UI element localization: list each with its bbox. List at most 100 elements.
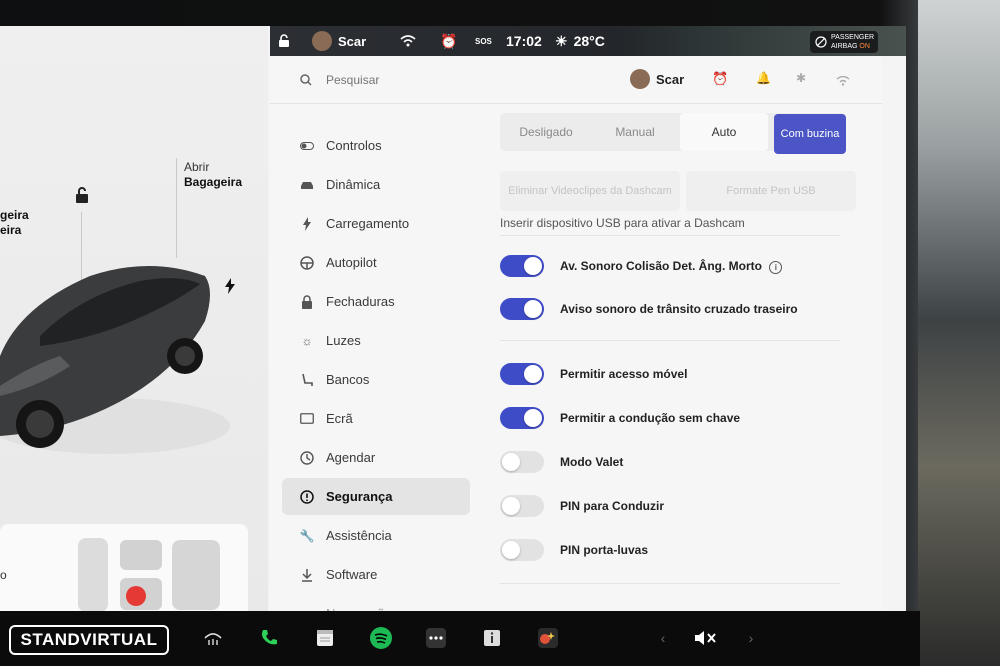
alert-icon bbox=[300, 489, 314, 504]
steering-wheel-icon bbox=[300, 255, 314, 270]
menu-item-luzes[interactable]: ☼ Luzes bbox=[282, 322, 470, 359]
sos-icon[interactable]: SOS bbox=[475, 26, 492, 56]
toggle-pin-to-drive[interactable] bbox=[500, 495, 544, 517]
manual-info-icon[interactable] bbox=[479, 625, 505, 651]
sentry-option-com-buzina[interactable]: Com buzina bbox=[774, 114, 846, 154]
menu-item-fechaduras[interactable]: Fechaduras bbox=[282, 283, 470, 320]
settings-menu: Controlos Dinâmica Carregamento Autopilo… bbox=[282, 127, 470, 634]
menu-item-label: Carregamento bbox=[326, 216, 410, 231]
toybox-icon[interactable] bbox=[535, 625, 561, 651]
valet-mode-label: Modo Valet bbox=[560, 455, 624, 469]
menu-item-assistencia[interactable]: 🔧 Assistência bbox=[282, 517, 470, 554]
more-apps-icon[interactable] bbox=[423, 625, 449, 651]
blind-spot-chime-text: Av. Sonoro Colisão Det. Âng. Morto bbox=[560, 259, 762, 273]
divider bbox=[500, 235, 840, 236]
menu-item-controlos[interactable]: Controlos bbox=[282, 127, 470, 164]
status-profile-name: Scar bbox=[338, 33, 367, 49]
sentry-option-manual[interactable]: Manual bbox=[592, 113, 678, 151]
open-trunk-label-1: Abrir bbox=[184, 160, 210, 174]
settings-panel: Scar ⏰ 🔔 ✱ Controlos Dinâmica Carregamen… bbox=[270, 57, 882, 621]
menu-item-seguranca[interactable]: Segurança bbox=[282, 478, 470, 515]
unlock-icon[interactable] bbox=[74, 186, 90, 209]
menu-item-dinamica[interactable]: Dinâmica bbox=[282, 166, 470, 203]
seat-card-fragment: o bbox=[0, 568, 7, 582]
toggle-rear-cross-traffic[interactable] bbox=[500, 298, 544, 320]
sentry-option-desligado[interactable]: Desligado bbox=[500, 113, 592, 151]
menu-item-label: Agendar bbox=[326, 450, 376, 465]
menu-item-autopilot[interactable]: Autopilot bbox=[282, 244, 470, 281]
airbag-line-2: AIRBAG bbox=[831, 43, 858, 50]
toggle-knob bbox=[524, 257, 542, 275]
menu-item-label: Software bbox=[326, 567, 378, 582]
notification-bell-icon[interactable]: 🔔 bbox=[756, 71, 771, 85]
car-visualization-panel: Abrir Bagageira geira eira o bbox=[0, 26, 268, 624]
sos-label: SOS bbox=[475, 36, 492, 46]
sentry-option-auto[interactable]: Auto bbox=[680, 113, 768, 151]
alarm-icon[interactable]: ⏰ bbox=[440, 26, 457, 56]
open-frunk-label-1: geira bbox=[0, 208, 29, 222]
download-icon bbox=[300, 568, 314, 582]
info-icon[interactable]: i bbox=[769, 261, 783, 274]
toggle-keyless-driving[interactable] bbox=[500, 407, 544, 429]
lock-status-icon[interactable] bbox=[278, 26, 290, 56]
bolt-icon bbox=[300, 216, 314, 231]
menu-item-label: Bancos bbox=[326, 372, 370, 387]
toggle-knob bbox=[524, 300, 542, 318]
spotify-icon[interactable] bbox=[368, 625, 394, 651]
menu-item-agendar[interactable]: Agendar bbox=[282, 439, 470, 476]
avatar bbox=[312, 31, 332, 51]
calendar-icon[interactable] bbox=[312, 625, 338, 651]
trunk-guide-line bbox=[176, 158, 177, 258]
search-input[interactable] bbox=[324, 69, 528, 91]
header-alarm-icon[interactable]: ⏰ bbox=[712, 71, 728, 87]
divider bbox=[500, 583, 840, 584]
menu-item-label: Segurança bbox=[326, 489, 393, 504]
toggle-blind-spot-chime[interactable] bbox=[500, 255, 544, 277]
header-profile-button[interactable]: Scar bbox=[630, 69, 684, 89]
toggle-valet-mode[interactable] bbox=[500, 451, 544, 473]
header-wifi-icon[interactable] bbox=[836, 73, 850, 91]
car-icon bbox=[300, 178, 314, 192]
airbag-icon bbox=[815, 36, 827, 48]
phone-icon[interactable] bbox=[256, 625, 282, 651]
bluetooth-icon[interactable]: ✱ bbox=[796, 71, 806, 85]
defrost-icon[interactable] bbox=[200, 625, 226, 651]
pin-to-drive-label: PIN para Conduzir bbox=[560, 499, 665, 513]
seat-icon bbox=[300, 373, 314, 387]
delete-dashcam-clips-button[interactable]: Eliminar Videoclipes da Dashcam bbox=[500, 171, 680, 211]
open-frunk-button[interactable]: geira eira bbox=[0, 208, 29, 238]
mute-icon[interactable] bbox=[692, 625, 718, 651]
menu-item-carregamento[interactable]: Carregamento bbox=[282, 205, 470, 242]
glovebox-pin-label: PIN porta-luvas bbox=[560, 543, 649, 557]
clock-icon bbox=[300, 450, 314, 465]
menu-item-software[interactable]: Software bbox=[282, 556, 470, 593]
search-icon bbox=[300, 73, 312, 91]
usb-hint-text: Inserir dispositivo USB para ativar a Da… bbox=[500, 216, 745, 230]
car-interior-background bbox=[918, 0, 1000, 666]
format-usb-button[interactable]: Formate Pen USB bbox=[686, 171, 856, 211]
menu-item-bancos[interactable]: Bancos bbox=[282, 361, 470, 398]
driver-profile-button[interactable]: Scar bbox=[312, 26, 366, 56]
menu-item-label: Fechaduras bbox=[326, 294, 395, 309]
airbag-line-1: PASSENGER bbox=[831, 34, 875, 41]
menu-item-ecra[interactable]: Ecrã bbox=[282, 400, 470, 437]
sun-icon: ☀ bbox=[555, 32, 568, 49]
toggle-mobile-access[interactable] bbox=[500, 363, 544, 385]
wifi-icon[interactable] bbox=[400, 26, 416, 56]
open-trunk-label-2: Bagageira bbox=[184, 175, 243, 189]
passenger-airbag-indicator: PASSENGER AIRBAG ON bbox=[810, 31, 878, 53]
menu-item-label: Dinâmica bbox=[326, 177, 381, 192]
volume-up-chevron-icon[interactable]: › bbox=[738, 625, 764, 651]
watermark-logo: STANDVIRTUAL bbox=[9, 625, 169, 655]
toggle-knob bbox=[502, 453, 520, 471]
open-trunk-button[interactable]: Abrir Bagageira bbox=[184, 160, 242, 190]
volume-down-chevron-icon[interactable]: ‹ bbox=[650, 625, 676, 651]
menu-item-label: Ecrã bbox=[326, 411, 353, 426]
seat-heater-card[interactable]: o bbox=[0, 524, 248, 624]
clock-time: 17:02 bbox=[506, 33, 542, 49]
seat-layout-icon bbox=[78, 538, 220, 612]
toggle-glovebox-pin[interactable] bbox=[500, 539, 544, 561]
toggle-knob bbox=[524, 365, 542, 383]
light-icon: ☼ bbox=[301, 333, 313, 348]
blind-spot-chime-label: Av. Sonoro Colisão Det. Âng. Morto i bbox=[560, 259, 783, 274]
